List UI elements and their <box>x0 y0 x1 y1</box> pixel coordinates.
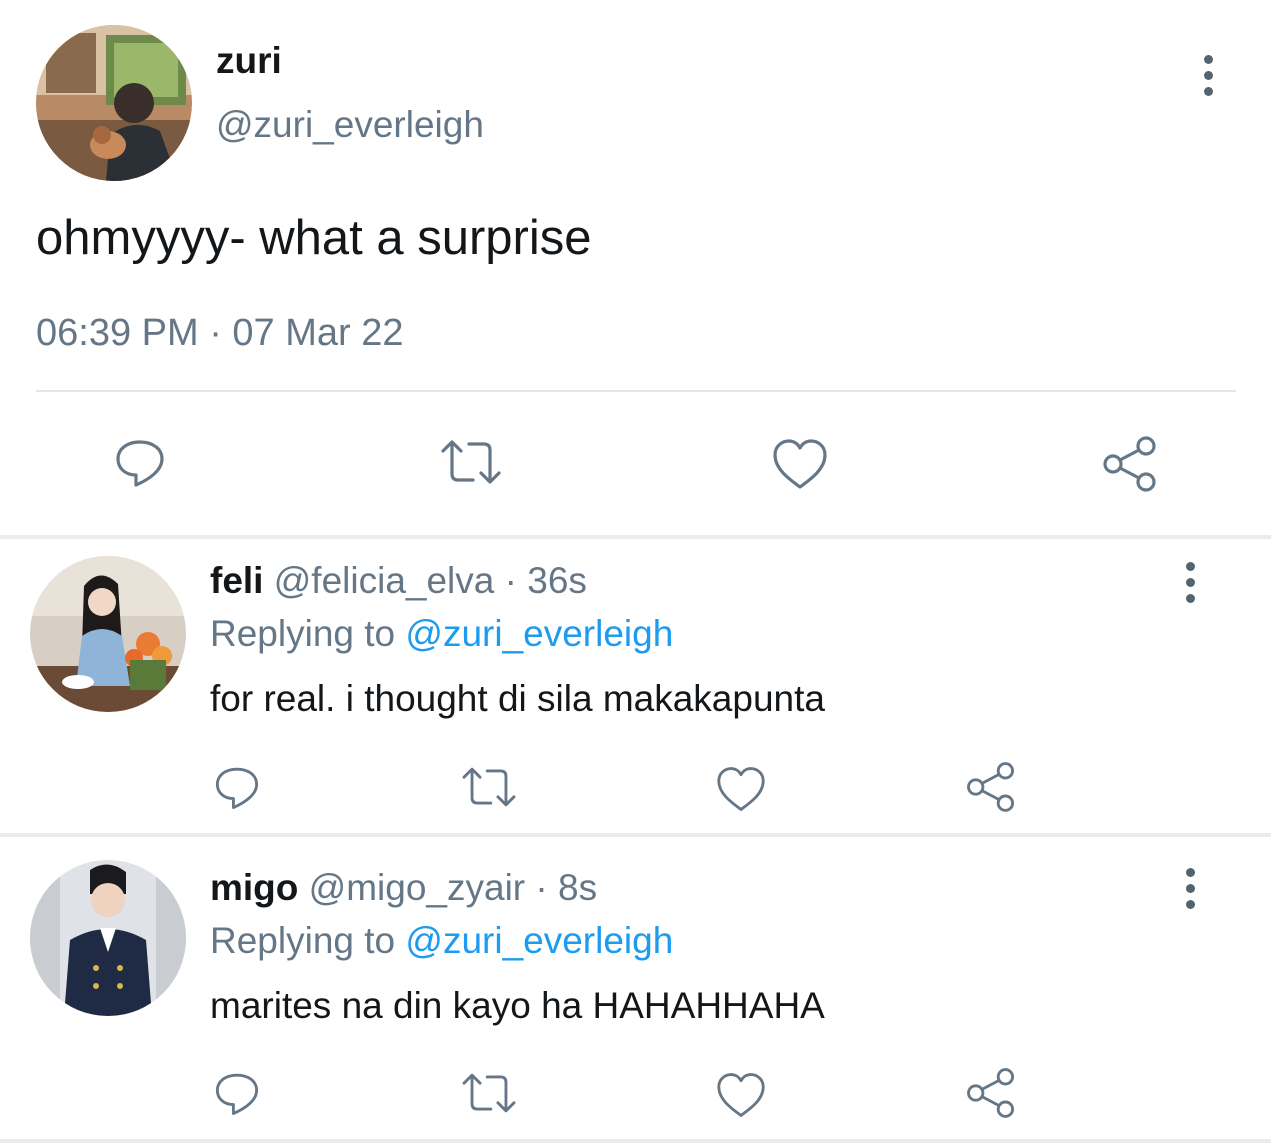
share-icon <box>1103 436 1156 492</box>
reply-header: migo @migo_zyair · 8s <box>210 867 597 909</box>
author-name[interactable]: feli <box>210 560 263 601</box>
avatar[interactable] <box>36 25 192 181</box>
share-button[interactable] <box>962 758 1020 816</box>
share-icon <box>967 1068 1015 1118</box>
retweet-button[interactable] <box>460 758 518 816</box>
more-options-button[interactable] <box>1170 858 1210 918</box>
author-handle[interactable]: @felicia_elva <box>274 560 495 601</box>
share-button[interactable] <box>1098 432 1162 496</box>
more-options-button[interactable] <box>1170 552 1210 612</box>
reply-icon <box>215 767 259 809</box>
reply-button[interactable] <box>208 758 266 816</box>
more-vertical-icon <box>1203 54 1213 64</box>
more-vertical-icon <box>1185 561 1195 571</box>
tweet-timestamp[interactable]: 06:39 PM · 07 Mar 22 <box>36 312 404 355</box>
replying-to-line: Replying to @zuri_everleigh <box>210 613 673 655</box>
share-button[interactable] <box>962 1064 1020 1122</box>
tweet-age[interactable]: 36s <box>527 560 587 601</box>
heart-icon <box>717 767 765 811</box>
retweet-icon <box>462 767 516 807</box>
avatar-photo <box>30 556 186 712</box>
heart-icon <box>717 1073 765 1117</box>
author-handle[interactable]: @zuri_everleigh <box>216 104 484 146</box>
author-name[interactable]: zuri <box>216 40 282 82</box>
tweet-text: for real. i thought di sila makakapunta <box>210 678 825 719</box>
reply-header: feli @felicia_elva · 36s <box>210 560 587 602</box>
retweet-icon <box>462 1073 516 1113</box>
avatar-photo <box>36 25 192 181</box>
reply-icon <box>215 1073 259 1115</box>
tweet-text: ohmyyyy- what a surprise <box>36 211 592 265</box>
retweet-icon <box>441 440 501 484</box>
section-divider <box>0 1139 1271 1143</box>
replying-to-line: Replying to @zuri_everleigh <box>210 920 673 962</box>
tweet-text: marites na din kayo ha HAHAHHAHA <box>210 985 825 1026</box>
replying-to-link[interactable]: @zuri_everleigh <box>405 613 673 654</box>
heart-icon <box>773 439 827 489</box>
section-divider <box>0 535 1271 539</box>
like-button[interactable] <box>768 432 832 496</box>
author-name[interactable]: migo <box>210 867 298 908</box>
more-vertical-icon <box>1185 867 1195 877</box>
replying-to-label: Replying to <box>210 613 396 654</box>
avatar-photo <box>30 860 186 1016</box>
avatar[interactable] <box>30 556 186 712</box>
like-button[interactable] <box>712 760 770 818</box>
avatar[interactable] <box>30 860 186 1016</box>
retweet-button[interactable] <box>460 1064 518 1122</box>
separator-dot: · <box>535 867 548 908</box>
like-button[interactable] <box>712 1066 770 1124</box>
more-options-button[interactable] <box>1188 45 1228 105</box>
reply-button[interactable] <box>108 430 172 494</box>
divider <box>36 390 1236 392</box>
share-icon <box>967 762 1015 812</box>
reply-icon <box>116 440 164 487</box>
separator-dot: · <box>504 560 517 601</box>
retweet-button[interactable] <box>439 430 503 494</box>
section-divider <box>0 833 1271 837</box>
reply-button[interactable] <box>208 1064 266 1122</box>
replying-to-label: Replying to <box>210 920 396 961</box>
replying-to-link[interactable]: @zuri_everleigh <box>405 920 673 961</box>
author-handle[interactable]: @migo_zyair <box>309 867 525 908</box>
tweet-age[interactable]: 8s <box>558 867 597 908</box>
